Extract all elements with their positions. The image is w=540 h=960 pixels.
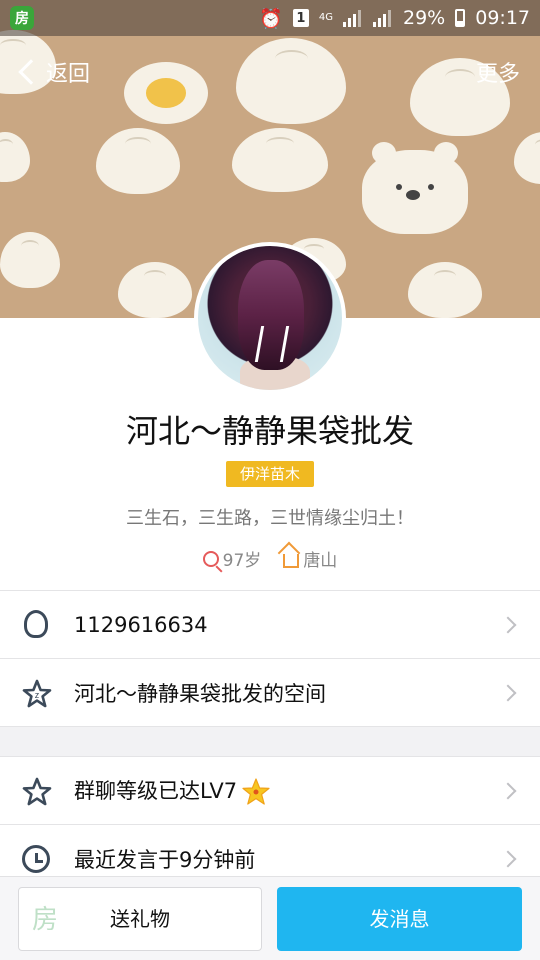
bun-decoration bbox=[514, 132, 540, 184]
watermark-logo: 房 bbox=[31, 905, 58, 935]
age-text: 97岁 bbox=[222, 551, 262, 571]
bottom-action-bar: 房 送礼物 发消息 bbox=[0, 876, 540, 960]
status-bar: 房 ⏰ 1 4G 29% 09:17 bbox=[0, 0, 540, 36]
qq-number: 1129616634 bbox=[74, 612, 208, 637]
send-message-button[interactable]: 发消息 bbox=[277, 887, 522, 951]
gold-star-icon bbox=[242, 777, 270, 805]
bun-decoration bbox=[236, 38, 346, 124]
penguin-icon bbox=[24, 610, 48, 638]
info-list: 1129616634 z 河北～静静果袋批发的空间 bbox=[0, 590, 540, 727]
svg-text:z: z bbox=[35, 690, 40, 700]
chevron-right-icon bbox=[499, 850, 517, 867]
chevron-right-icon bbox=[499, 684, 517, 701]
egg-decoration bbox=[124, 62, 208, 124]
chevron-left-icon bbox=[18, 59, 44, 85]
send-gift-label: 送礼物 bbox=[110, 907, 170, 931]
bun-decoration bbox=[118, 262, 192, 318]
sim-icon: 1 bbox=[292, 9, 309, 27]
signal-icon-secondary bbox=[373, 9, 393, 27]
profile-name: 河北～静静果袋批发 bbox=[125, 412, 414, 450]
bun-decoration bbox=[0, 132, 30, 182]
profile-meta: 97岁 唐山 bbox=[0, 546, 540, 571]
profile-tag-badge: 伊洋苗木 bbox=[226, 461, 314, 487]
chevron-right-icon bbox=[499, 616, 517, 633]
list-item-qq-number[interactable]: 1129616634 bbox=[0, 590, 540, 658]
location-item: 唐山 bbox=[283, 546, 337, 571]
chevron-right-icon bbox=[499, 782, 517, 799]
bun-decoration bbox=[232, 128, 328, 192]
list-item-group-level[interactable]: 群聊等级已达LV7 bbox=[0, 756, 540, 824]
bear-decoration bbox=[362, 142, 468, 234]
signal-icon bbox=[343, 9, 363, 27]
bun-decoration bbox=[408, 262, 482, 318]
send-gift-button[interactable]: 房 送礼物 bbox=[18, 887, 262, 951]
battery-percent: 29% bbox=[403, 7, 446, 29]
more-button[interactable]: 更多 bbox=[476, 56, 520, 88]
status-indicators: ⏰ 1 4G 29% 09:17 bbox=[259, 0, 530, 36]
location-text: 唐山 bbox=[303, 551, 338, 571]
age-item: 97岁 bbox=[202, 546, 262, 571]
qzone-link-text: 河北～静静果袋批发的空间 bbox=[74, 681, 326, 706]
profile-signature: 三生石，三生路，三世情缘尘归土！ bbox=[126, 508, 414, 529]
last-speak-text: 最近发言于9分钟前 bbox=[74, 847, 256, 872]
clock-time: 09:17 bbox=[475, 7, 530, 29]
back-label: 返回 bbox=[46, 62, 91, 87]
group-level-text: 群聊等级已达LV7 bbox=[74, 775, 271, 807]
battery-icon bbox=[455, 9, 466, 27]
app-notification-icon: 房 bbox=[10, 6, 34, 30]
network-type: 4G bbox=[318, 12, 333, 23]
list-item-qzone[interactable]: z 河北～静静果袋批发的空间 bbox=[0, 658, 540, 726]
home-icon bbox=[283, 553, 300, 568]
star-icon: z bbox=[22, 679, 52, 709]
group-level-label: 群聊等级已达LV7 bbox=[74, 778, 238, 803]
bun-decoration bbox=[0, 232, 60, 288]
alarm-icon: ⏰ bbox=[259, 7, 283, 30]
gender-icon bbox=[202, 550, 219, 567]
stats-list: 群聊等级已达LV7 最近发言于9分钟前 bbox=[0, 756, 540, 892]
bun-decoration bbox=[96, 128, 180, 194]
back-button[interactable]: 返回 bbox=[16, 56, 90, 88]
clock-icon bbox=[22, 845, 50, 873]
star-outline-icon bbox=[22, 777, 52, 807]
avatar[interactable] bbox=[194, 242, 346, 394]
